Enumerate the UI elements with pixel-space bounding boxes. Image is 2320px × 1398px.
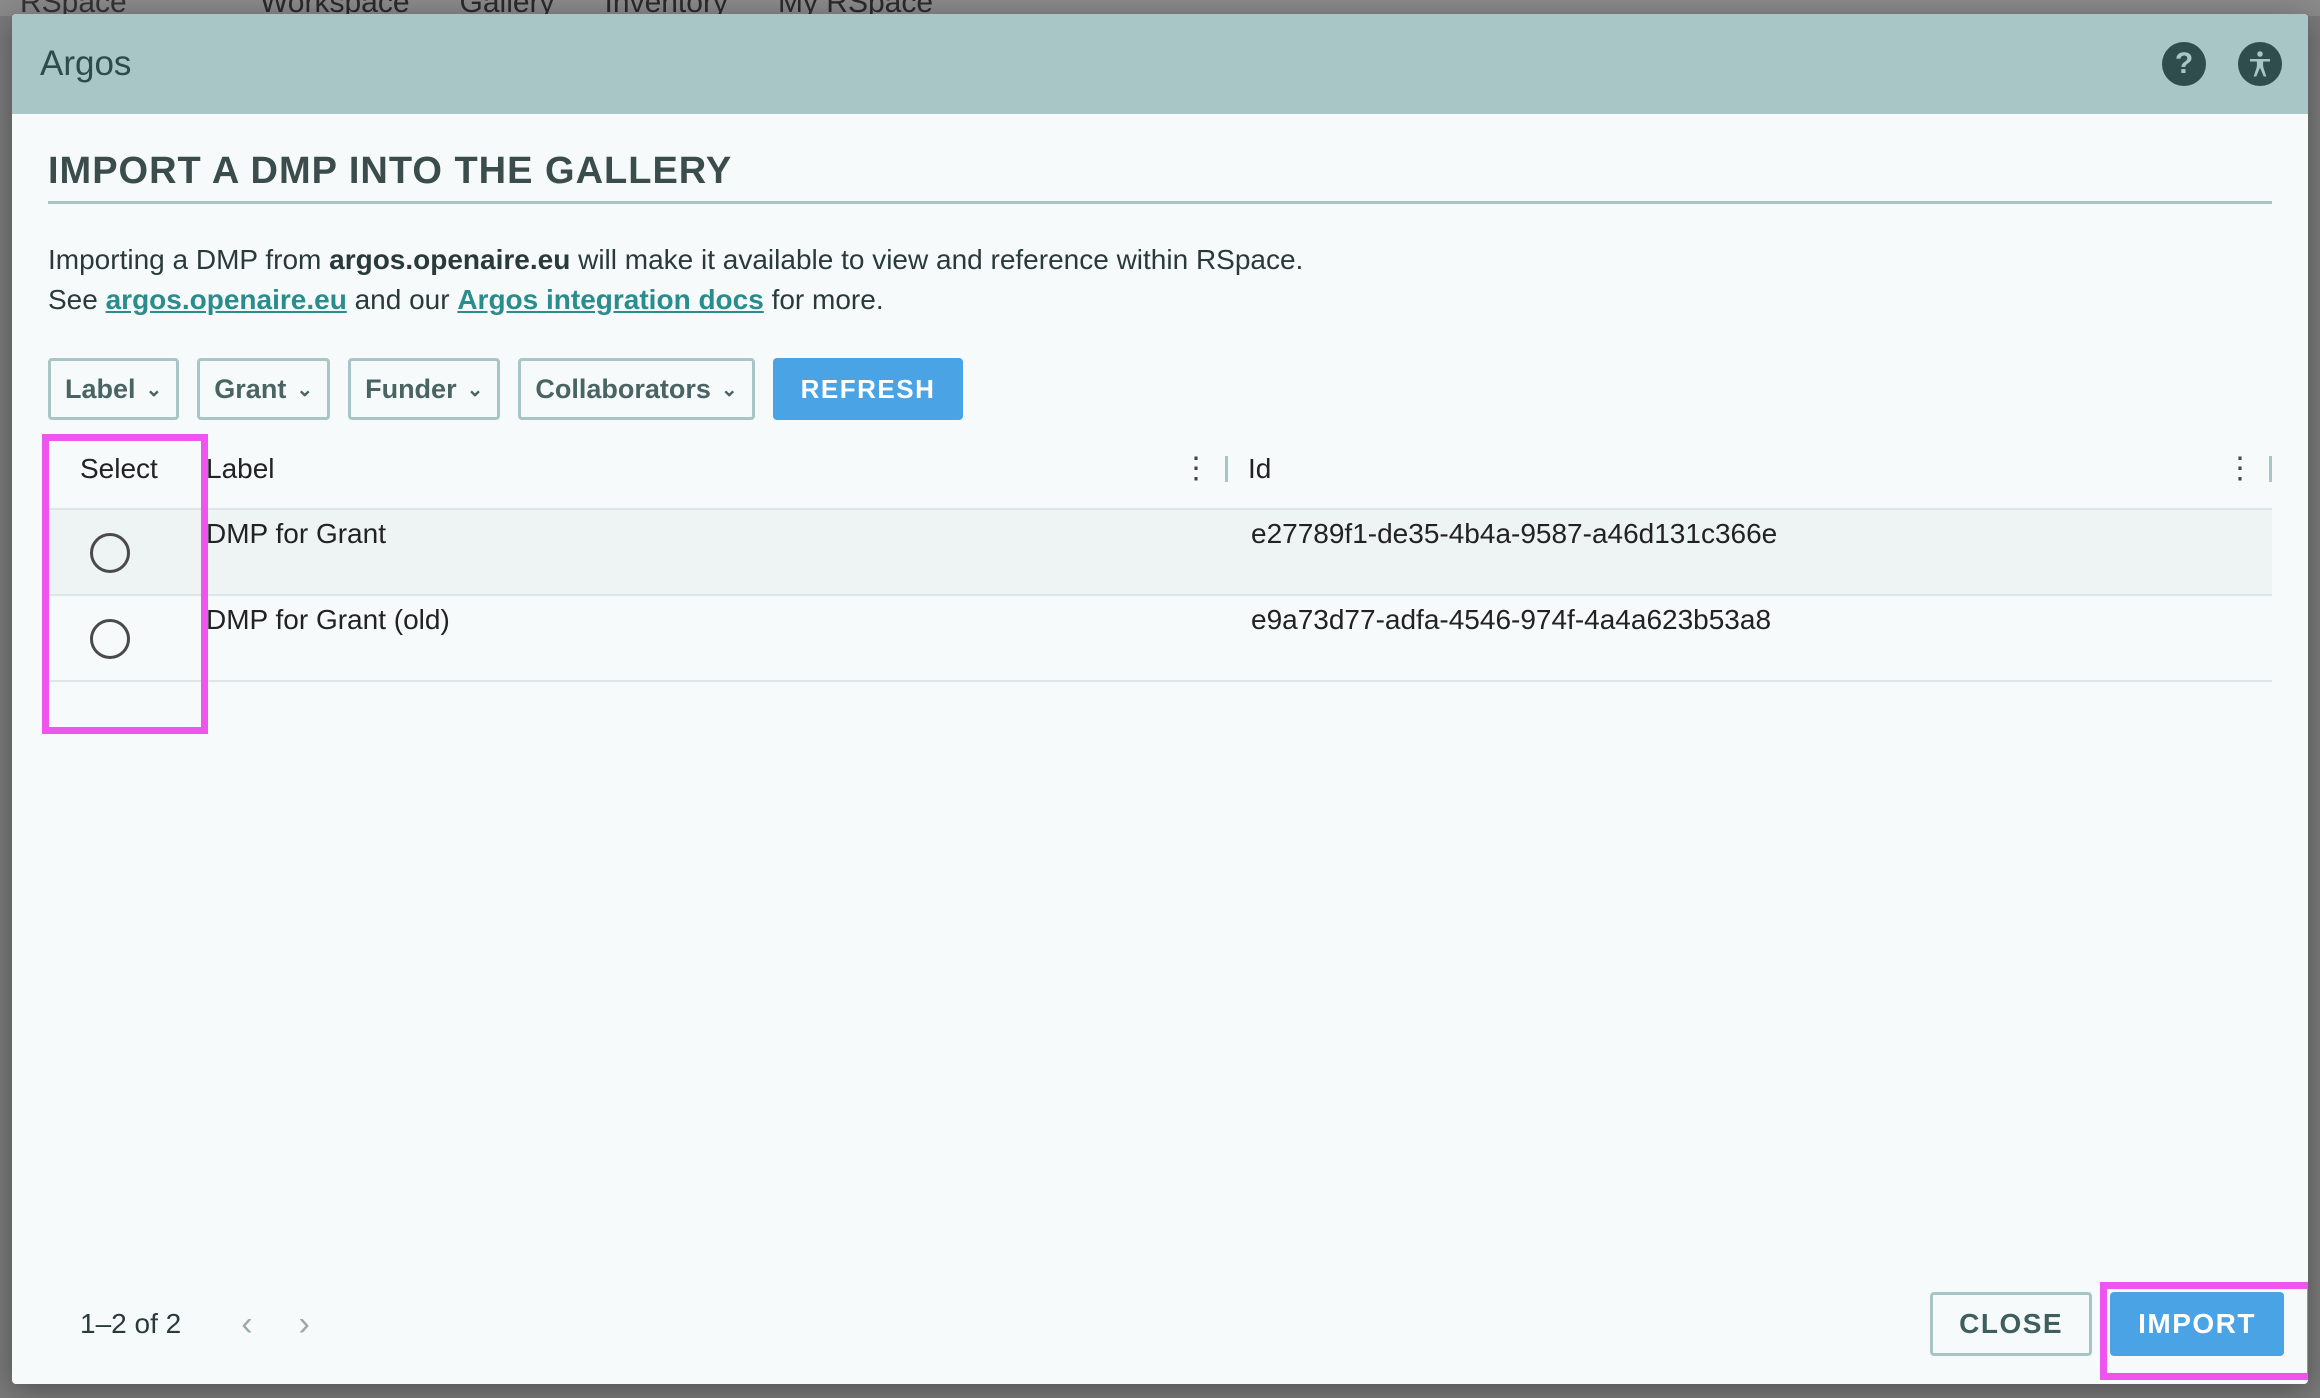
argos-import-dialog: Argos ? IMPORT A DMP INTO THE GALLERY Im… — [12, 14, 2308, 1384]
column-header-id-text: Id — [1248, 453, 1272, 484]
column-menu-icon[interactable]: ⋮ — [1167, 454, 1225, 484]
description: Importing a DMP from argos.openaire.eu w… — [48, 240, 2272, 320]
column-header-id[interactable]: Id ⋮ — [1228, 453, 2272, 485]
dialog-actions: CLOSE IMPORT — [1930, 1292, 2284, 1356]
row-label: DMP for Grant — [206, 518, 386, 549]
argos-docs-link[interactable]: Argos integration docs — [457, 284, 763, 315]
pagination-text: 1–2 of 2 — [80, 1308, 182, 1339]
row-label: DMP for Grant (old) — [206, 604, 450, 635]
filter-grant-button[interactable]: Grant ⌄ — [197, 358, 331, 420]
column-header-label[interactable]: Label ⋮ — [186, 453, 1228, 485]
description-text: See — [48, 284, 106, 315]
column-header-select: Select — [80, 453, 158, 484]
column-resize-handle[interactable] — [2269, 456, 2272, 482]
description-text: Importing a DMP from — [48, 244, 330, 275]
pagination: 1–2 of 2 ‹ › — [80, 1305, 310, 1344]
titlebar-icons: ? — [2162, 42, 2282, 86]
description-line-2: See argos.openaire.eu and our Argos inte… — [48, 280, 2272, 320]
description-line-1: Importing a DMP from argos.openaire.eu w… — [48, 240, 2272, 280]
filter-label-text: Label — [65, 373, 136, 404]
row-select-cell — [48, 510, 186, 596]
column-header-label-text: Label — [206, 453, 275, 484]
column-menu-icon[interactable]: ⋮ — [2211, 454, 2269, 484]
dmp-table: Select Label ⋮ Id ⋮ DMP for Grant e27789… — [48, 430, 2272, 682]
row-id: e27789f1-de35-4b4a-9587-a46d131c366e — [1251, 518, 1778, 549]
table-row[interactable]: DMP for Grant e27789f1-de35-4b4a-9587-a4… — [48, 510, 2272, 596]
accessibility-icon[interactable] — [2238, 42, 2282, 86]
filter-bar: Label ⌄ Grant ⌄ Funder ⌄ Collaborators ⌄… — [48, 358, 2272, 420]
filter-label-button[interactable]: Label ⌄ — [48, 358, 180, 420]
close-button[interactable]: CLOSE — [1930, 1292, 2093, 1356]
dialog-footer: 1–2 of 2 ‹ › CLOSE IMPORT — [12, 1274, 2308, 1374]
row-id: e9a73d77-adfa-4546-974f-4a4a623b53a8 — [1251, 604, 1772, 635]
description-bold-site: argos.openaire.eu — [329, 244, 571, 275]
help-icon[interactable]: ? — [2162, 42, 2206, 86]
filter-funder-text: Funder — [365, 373, 457, 404]
table-header: Select Label ⋮ Id ⋮ — [48, 430, 2272, 510]
dialog-titlebar: Argos ? — [12, 14, 2308, 114]
table-row[interactable]: DMP for Grant (old) e9a73d77-adfa-4546-9… — [48, 596, 2272, 682]
row-select-radio[interactable] — [90, 533, 130, 573]
chevron-down-icon: ⌄ — [145, 378, 163, 401]
chevron-down-icon: ⌄ — [296, 378, 314, 401]
import-button[interactable]: IMPORT — [2110, 1292, 2284, 1356]
filter-grant-text: Grant — [214, 373, 287, 404]
next-page-icon[interactable]: › — [299, 1305, 310, 1344]
row-select-cell — [48, 596, 186, 682]
dialog-title: Argos — [40, 44, 132, 83]
chevron-down-icon: ⌄ — [720, 378, 738, 401]
filter-funder-button[interactable]: Funder ⌄ — [348, 358, 501, 420]
filter-collaborators-text: Collaborators — [535, 373, 711, 404]
prev-page-icon[interactable]: ‹ — [241, 1305, 252, 1344]
accessibility-icon-glyph — [2250, 51, 2270, 77]
row-select-radio[interactable] — [90, 619, 130, 659]
description-text: for more. — [763, 284, 884, 315]
pagination-arrows: ‹ › — [241, 1305, 310, 1344]
description-text: will make it available to view and refer… — [570, 244, 1304, 275]
description-text: and our — [346, 284, 458, 315]
page-heading: IMPORT A DMP INTO THE GALLERY — [48, 150, 2272, 204]
refresh-button[interactable]: REFRESH — [772, 358, 964, 420]
filter-collaborators-button[interactable]: Collaborators ⌄ — [518, 358, 755, 420]
chevron-down-icon: ⌄ — [466, 378, 484, 401]
argos-site-link[interactable]: argos.openaire.eu — [106, 284, 347, 315]
dialog-content: IMPORT A DMP INTO THE GALLERY Importing … — [12, 150, 2308, 1384]
